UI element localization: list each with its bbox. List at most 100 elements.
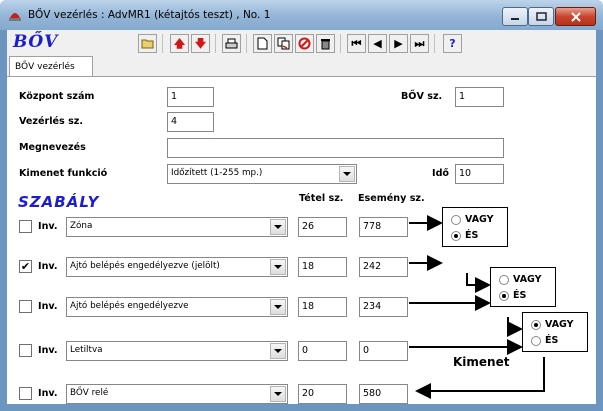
close-button[interactable]: [555, 7, 596, 26]
radio-circle-icon: [531, 335, 541, 346]
rule-type-select[interactable]: Ajtó belépés engedélyezve (jelölt): [66, 257, 288, 277]
tetel-input[interactable]: 20: [298, 384, 347, 404]
rule-type-value: BŐV relé: [70, 388, 109, 398]
copy-button[interactable]: [274, 34, 293, 53]
copy-icon: [277, 37, 290, 50]
inv-checkbox[interactable]: [19, 220, 32, 233]
arrow-down-icon: 🡇: [194, 37, 207, 50]
inv-label: Inv.: [38, 261, 58, 272]
esemeny-input[interactable]: 580: [359, 384, 408, 404]
tetel-input[interactable]: 18: [298, 257, 347, 277]
delete-icon: [298, 37, 311, 50]
op-group-3: VAGY ÉS: [522, 312, 588, 352]
kozpont-label: Központ szám: [19, 91, 95, 102]
tab-bov-vezerles[interactable]: BŐV vezérlés: [9, 56, 93, 77]
op3-es-radio[interactable]: ÉS: [531, 334, 587, 347]
tab-label: BŐV vezérlés: [15, 62, 75, 72]
esemeny-input[interactable]: 778: [359, 217, 408, 237]
first-record-button[interactable]: ⏮: [347, 34, 366, 53]
last-record-button[interactable]: ⏭: [410, 34, 429, 53]
print-button[interactable]: [222, 34, 241, 53]
esemeny-input[interactable]: 234: [359, 297, 408, 317]
op1-es-radio[interactable]: ÉS: [451, 229, 507, 242]
bov-label: BŐV sz.: [401, 91, 443, 102]
kozpont-input[interactable]: 1: [167, 87, 214, 107]
radio-circle-icon: [531, 319, 541, 330]
close-icon: [570, 11, 581, 22]
print-icon: [225, 38, 238, 48]
inv-label: Inv.: [38, 388, 58, 399]
vezerles-input[interactable]: 4: [167, 112, 214, 132]
client-area: BŐV 🡅 🡇 ⏮ ◀ ▶ ⏭ ? BŐV vezérlés Központ s…: [7, 30, 596, 404]
next-icon: ▶: [394, 37, 403, 50]
maximize-icon: [535, 12, 547, 21]
open-button[interactable]: [138, 34, 157, 53]
app-icon: [9, 13, 21, 21]
esemeny-column-header: Esemény sz.: [358, 193, 425, 204]
op1-vagy-radio[interactable]: VAGY: [451, 213, 507, 226]
ido-label: Idő: [432, 168, 450, 179]
chevron-down-icon: [270, 343, 286, 359]
rule-type-value: Ajtó belépés engedélyezve (jelölt): [70, 261, 220, 271]
tetel-input[interactable]: 0: [298, 341, 347, 361]
op2-es-radio[interactable]: ÉS: [499, 289, 555, 302]
last-icon: ⏭: [414, 37, 425, 50]
rule-type-value: Ajtó belépés engedélyezve: [70, 301, 189, 311]
inv-checkbox[interactable]: [19, 387, 32, 400]
megnevezes-label: Megnevezés: [19, 142, 86, 153]
inv-checkbox[interactable]: [19, 300, 32, 313]
kimenet-funkcio-label: Kimenet funkció: [19, 168, 108, 179]
kimenet-funkcio-select[interactable]: Időzített (1-255 mp.): [167, 164, 357, 184]
trash-icon: [321, 39, 330, 50]
inv-checkbox[interactable]: ✔: [19, 260, 32, 273]
prev-icon: ◀: [373, 37, 382, 50]
help-button[interactable]: ?: [443, 34, 462, 53]
kimenet-funkcio-value: Időzített (1-255 mp.): [171, 168, 263, 178]
inv-label: Inv.: [38, 345, 58, 356]
chevron-down-icon: [270, 259, 286, 275]
prev-record-button[interactable]: ◀: [368, 34, 387, 53]
move-up-button[interactable]: 🡅: [170, 34, 189, 53]
inv-checkbox[interactable]: [19, 344, 32, 357]
rule-type-select[interactable]: Zóna: [66, 217, 288, 237]
minimize-button[interactable]: [502, 7, 528, 26]
tetel-input[interactable]: 18: [298, 297, 347, 317]
radio-circle-icon: [451, 230, 461, 241]
ido-input[interactable]: 10: [455, 164, 504, 184]
op2-vagy-radio[interactable]: VAGY: [499, 273, 555, 286]
tetel-input[interactable]: 26: [298, 217, 347, 237]
rule-type-select[interactable]: Ajtó belépés engedélyezve: [66, 297, 288, 317]
app-window: BŐV vezérlés : AdvMR1 (kétajtós teszt) ,…: [0, 0, 603, 411]
szabaly-heading: SZABÁLY: [18, 193, 100, 211]
move-down-button[interactable]: 🡇: [191, 34, 210, 53]
esemeny-input[interactable]: 0: [359, 341, 408, 361]
open-icon: [141, 39, 154, 49]
chevron-down-icon: [339, 166, 355, 182]
cancel-button[interactable]: [295, 34, 314, 53]
arrow-up-icon: 🡅: [173, 37, 186, 50]
new-button[interactable]: [253, 34, 272, 53]
rule-type-value: Letiltva: [70, 345, 103, 355]
op3-vagy-radio[interactable]: VAGY: [531, 318, 587, 331]
op-group-2: VAGY ÉS: [490, 267, 556, 307]
first-icon: ⏮: [351, 37, 362, 50]
delete-button[interactable]: [316, 34, 335, 53]
maximize-button[interactable]: [528, 7, 554, 26]
title-bar[interactable]: BŐV vezérlés : AdvMR1 (kétajtós teszt) ,…: [0, 0, 603, 30]
chevron-down-icon: [270, 299, 286, 315]
esemeny-input[interactable]: 242: [359, 257, 408, 277]
app-logo: BŐV: [13, 32, 59, 52]
chevron-down-icon: [270, 219, 286, 235]
inv-label: Inv.: [38, 221, 58, 232]
window-title: BŐV vezérlés : AdvMR1 (kétajtós teszt) ,…: [28, 9, 271, 21]
rule-type-select[interactable]: BŐV relé: [66, 384, 288, 404]
megnevezes-input[interactable]: [167, 138, 504, 158]
rule-type-select[interactable]: Letiltva: [66, 341, 288, 361]
next-record-button[interactable]: ▶: [389, 34, 408, 53]
bov-input[interactable]: 1: [455, 87, 504, 107]
radio-circle-icon: [499, 290, 509, 301]
kimenet-output-label: Kimenet: [453, 355, 510, 369]
help-icon: ?: [449, 37, 456, 50]
vezerles-label: Vezérlés sz.: [19, 116, 84, 127]
chevron-down-icon: [270, 386, 286, 402]
